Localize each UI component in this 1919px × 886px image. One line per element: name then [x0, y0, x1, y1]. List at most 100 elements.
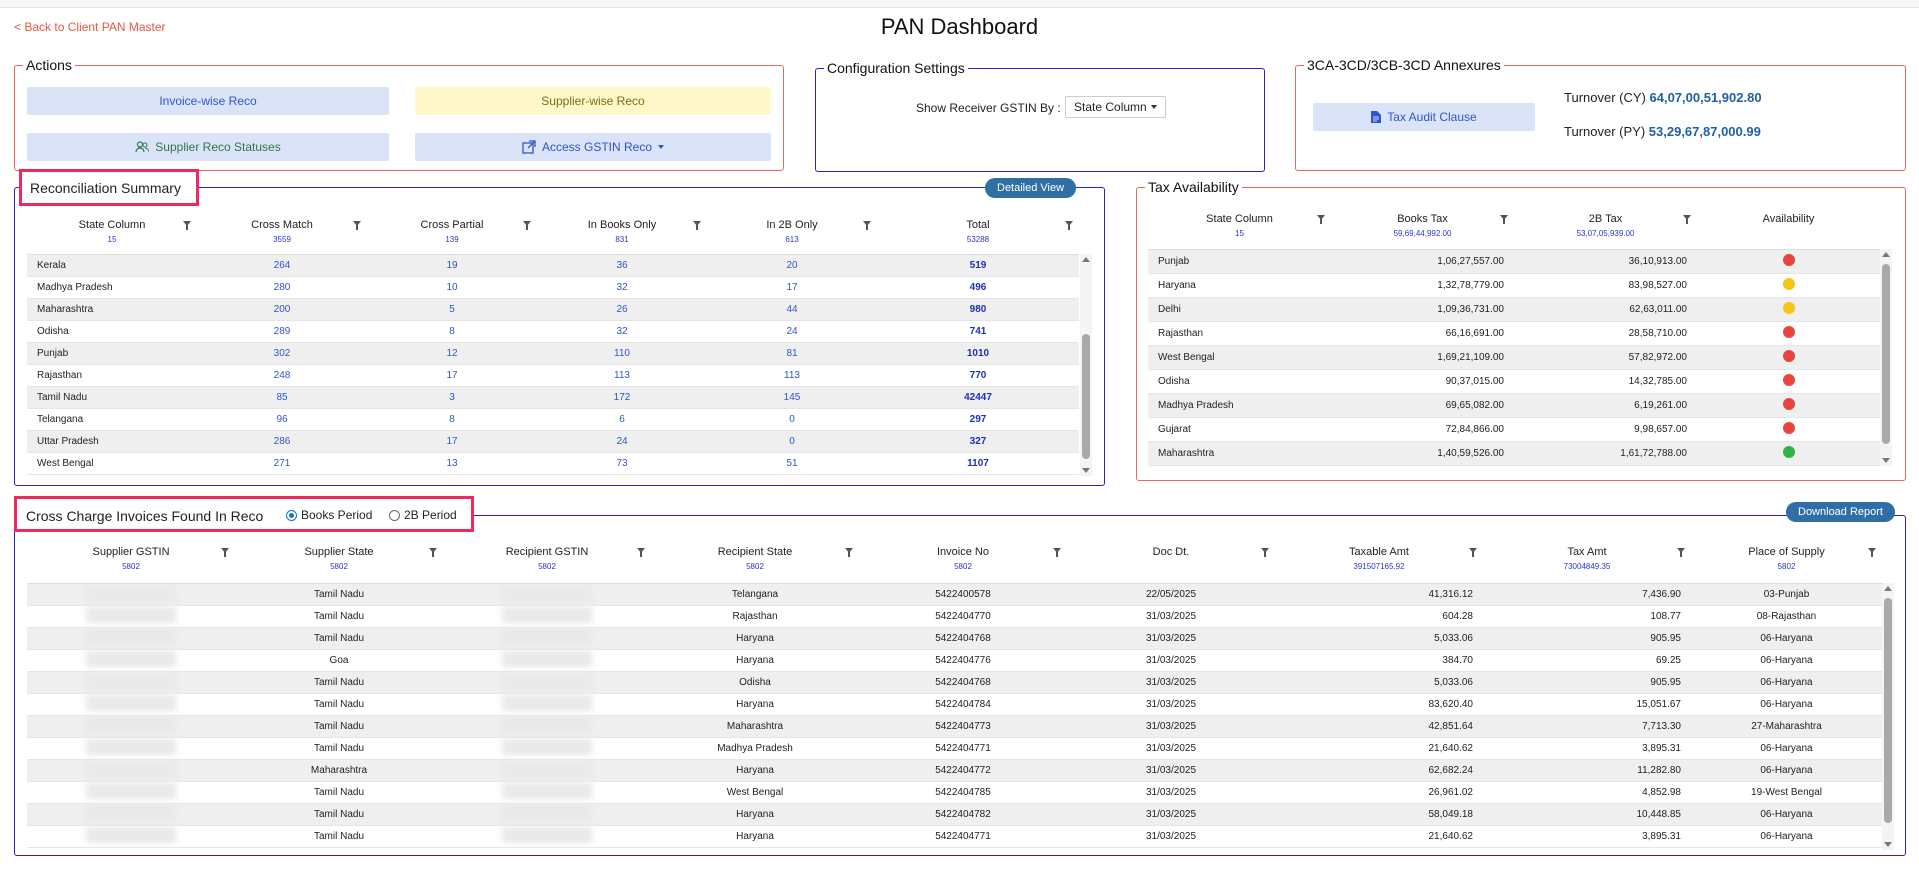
filter-icon[interactable] — [845, 548, 853, 557]
filter-icon[interactable] — [1868, 548, 1876, 557]
reco-cell: 302 — [273, 348, 291, 359]
filter-icon[interactable] — [1469, 548, 1477, 557]
books-period-radio-indicator[interactable] — [286, 509, 297, 521]
table-row[interactable]: Madhya Pradesh 69,65,082.00 6,19,261.00 — [1148, 394, 1880, 418]
cross-scrollbar[interactable] — [1882, 583, 1894, 850]
filter-icon[interactable] — [1317, 215, 1325, 224]
table-row[interactable]: Delhi 1,09,36,731.00 62,63,011.00 — [1148, 298, 1880, 322]
reco-cell: Punjab — [37, 348, 69, 359]
table-row[interactable]: Telangana 96 8 6 0 297 — [27, 409, 1079, 431]
invoice-wise-reco-label: Invoice-wise Reco — [159, 94, 257, 108]
filter-icon[interactable] — [1500, 215, 1508, 224]
supplier-reco-statuses-button[interactable]: Supplier Reco Statuses — [27, 133, 389, 161]
redacted-gstin — [502, 629, 592, 645]
table-row[interactable]: Tamil Nadu Rajasthan 5422404770 31/03/2025 6… — [27, 606, 1882, 628]
table-row[interactable]: Tamil Nadu West Bengal 5422404785 31/03/202… — [27, 782, 1882, 804]
table-row[interactable]: West Bengal 271 13 73 51 1107 — [27, 453, 1079, 475]
reco-header-5: Total 53288 — [877, 219, 1079, 244]
reco-scrollbar[interactable] — [1080, 254, 1092, 476]
supplier-wise-reco-button[interactable]: Supplier-wise Reco — [415, 87, 771, 115]
tax-scrollbar[interactable] — [1880, 249, 1892, 466]
download-report-button[interactable]: Download Report — [1786, 502, 1895, 522]
table-row[interactable]: Punjab 302 12 110 81 1010 — [27, 343, 1079, 365]
table-row[interactable]: Odisha 289 8 32 24 741 — [27, 321, 1079, 343]
table-row[interactable]: Tamil Nadu Odisha 5422404768 31/03/2025 5,03… — [27, 672, 1882, 694]
detailed-view-button[interactable]: Detailed View — [985, 178, 1077, 198]
2b-period-radio-indicator[interactable] — [389, 509, 400, 521]
table-row[interactable]: Tamil Nadu Madhya Pradesh 5422404771 31/03/… — [27, 738, 1882, 760]
filter-icon[interactable] — [1053, 548, 1061, 557]
table-row[interactable]: Tamil Nadu Haryana 5422404782 31/03/2025 58,… — [27, 804, 1882, 826]
reco-cell: Madhya Pradesh — [37, 282, 113, 293]
filter-icon[interactable] — [863, 221, 871, 230]
filter-icon[interactable] — [1677, 548, 1685, 557]
filter-icon[interactable] — [1683, 215, 1691, 224]
table-row[interactable]: Kerala 264 19 36 20 519 — [27, 255, 1079, 277]
table-row[interactable]: West Bengal 1,69,21,109.00 57,82,972.00 — [1148, 346, 1880, 370]
table-row[interactable]: Rajasthan 66,16,691.00 28,58,710.00 — [1148, 322, 1880, 346]
cross-cell: Tamil Nadu — [313, 787, 365, 798]
table-row[interactable]: Haryana 1,32,78,779.00 83,98,527.00 — [1148, 274, 1880, 298]
table-row[interactable]: Tamil Nadu Haryana 5422404771 31/03/2025 21,… — [27, 826, 1882, 848]
table-row[interactable]: Goa Haryana 5422404776 31/03/2025 384.70 69.2… — [27, 650, 1882, 672]
table-row[interactable]: Uttar Pradesh 286 17 24 0 327 — [27, 431, 1079, 453]
redacted-gstin — [502, 783, 592, 799]
table-row[interactable]: Maharashtra 200 5 26 44 980 — [27, 299, 1079, 321]
table-row[interactable]: Gujarat 72,84,866.00 9,98,657.00 — [1148, 418, 1880, 442]
tax-2b-cell: 57,82,972.00 — [1628, 352, 1687, 363]
redacted-gstin — [86, 739, 176, 755]
scroll-down-icon[interactable] — [1882, 458, 1890, 463]
receiver-gstin-select[interactable]: State Column — [1065, 96, 1166, 118]
tax-audit-clause-button[interactable]: Tax Audit Clause — [1313, 103, 1535, 131]
cross-cell: 21,640.62 — [1428, 831, 1474, 842]
cross-header-1: Supplier State 5802 — [235, 546, 443, 571]
configuration-settings-panel: Configuration Settings Show Receiver GST… — [815, 60, 1265, 172]
filter-icon[interactable] — [637, 548, 645, 557]
table-row[interactable]: Maharashtra 1,40,59,526.00 1,61,72,788.00 — [1148, 442, 1880, 466]
table-row[interactable]: Rajasthan 248 17 113 113 770 — [27, 365, 1079, 387]
reco-cell: 145 — [783, 392, 801, 403]
table-row[interactable]: Odisha 90,37,015.00 14,32,785.00 — [1148, 370, 1880, 394]
table-row[interactable]: Tamil Nadu Telangana 5422400578 22/05/2025 4… — [27, 584, 1882, 606]
supplier-reco-statuses-label: Supplier Reco Statuses — [155, 140, 281, 154]
filter-icon[interactable] — [183, 221, 191, 230]
cross-cell: 27-Maharashtra — [1751, 721, 1822, 732]
filter-icon[interactable] — [221, 548, 229, 557]
scroll-up-icon[interactable] — [1884, 586, 1892, 591]
cross-header-7: Tax Amt 73004849.35 — [1483, 546, 1691, 571]
reco-cell: 264 — [273, 260, 291, 271]
scroll-up-icon[interactable] — [1882, 252, 1890, 257]
cross-scroll-thumb[interactable] — [1884, 598, 1892, 823]
tax-2b-cell: 62,63,011.00 — [1629, 304, 1687, 315]
table-row[interactable]: Tamil Nadu 85 3 172 145 42447 — [27, 387, 1079, 409]
reco-cell: 248 — [273, 370, 291, 381]
tax-scroll-thumb[interactable] — [1882, 264, 1890, 444]
reco-scroll-thumb[interactable] — [1082, 334, 1090, 459]
scroll-up-icon[interactable] — [1082, 257, 1090, 262]
filter-icon[interactable] — [353, 221, 361, 230]
table-row[interactable]: Maharashtra Haryana 5422404772 31/03/2025 62… — [27, 760, 1882, 782]
access-gstin-reco-dropdown[interactable]: Access GSTIN Reco — [415, 133, 771, 161]
filter-icon[interactable] — [429, 548, 437, 557]
reco-cell: 496 — [969, 282, 987, 293]
status-dot-icon — [1782, 326, 1795, 338]
table-row[interactable]: Madhya Pradesh 280 10 32 17 496 — [27, 277, 1079, 299]
scroll-down-icon[interactable] — [1884, 842, 1892, 847]
cross-cell: 22/05/2025 — [1145, 589, 1197, 600]
filter-icon[interactable] — [523, 221, 531, 230]
table-row[interactable]: Tamil Nadu Haryana 5422404768 31/03/2025 5,0… — [27, 628, 1882, 650]
filter-icon[interactable] — [1065, 221, 1073, 230]
scroll-down-icon[interactable] — [1082, 468, 1090, 473]
filter-icon[interactable] — [693, 221, 701, 230]
2b-period-radio[interactable]: 2B Period — [389, 508, 457, 522]
reco-cell: 26 — [616, 304, 628, 315]
gstin-redacted-cell — [443, 607, 651, 626]
table-row[interactable]: Tamil Nadu Maharashtra 5422404773 31/03/202… — [27, 716, 1882, 738]
books-period-radio[interactable]: Books Period — [286, 508, 373, 522]
table-row[interactable]: Punjab 1,06,27,557.00 36,10,913.00 — [1148, 250, 1880, 274]
filter-icon[interactable] — [1261, 548, 1269, 557]
cross-cell: 5422404768 — [935, 677, 991, 688]
invoice-wise-reco-button[interactable]: Invoice-wise Reco — [27, 87, 389, 115]
reco-cell: Maharashtra — [37, 304, 94, 315]
table-row[interactable]: Tamil Nadu Haryana 5422404784 31/03/2025 83,… — [27, 694, 1882, 716]
